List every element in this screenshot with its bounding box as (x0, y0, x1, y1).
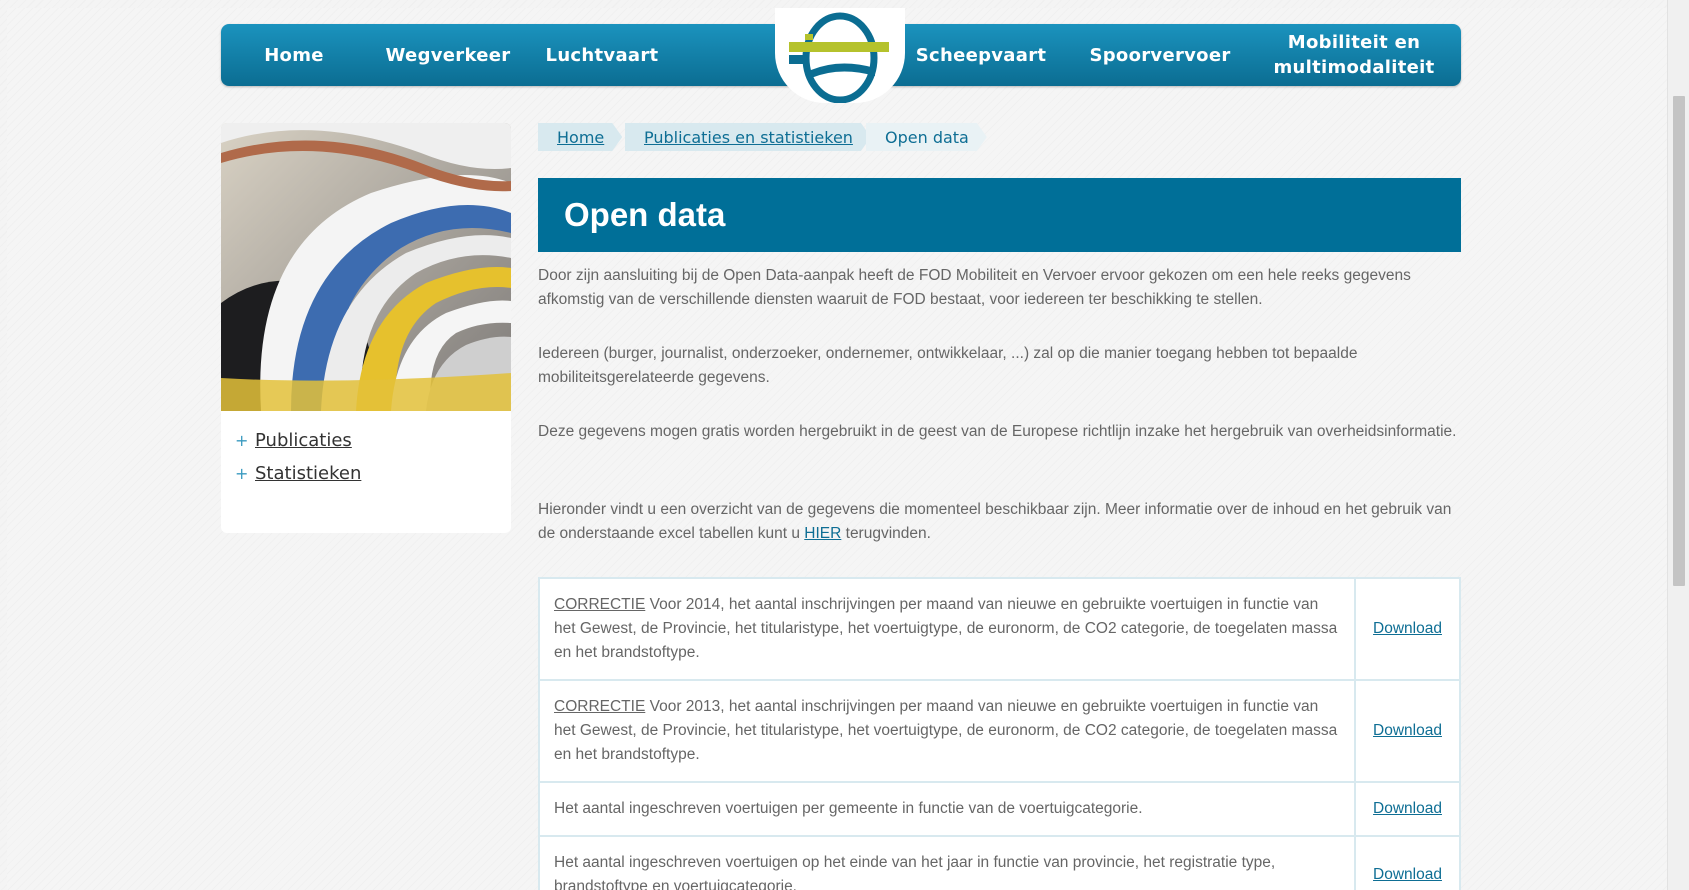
table-row: Het aantal ingeschreven voertuigen per g… (540, 783, 1459, 837)
magazines-photo (221, 123, 511, 411)
table-cell-description: CORRECTIE Voor 2013, het aantal inschrij… (540, 681, 1356, 781)
row-description: Het aantal ingeschreven voertuigen per g… (554, 800, 1143, 817)
nav-item-luchtvaart[interactable]: Luchtvaart (543, 24, 661, 86)
plus-icon: + (235, 431, 249, 450)
sidebar-link-publicaties[interactable]: + Publicaties (235, 430, 352, 451)
download-link[interactable]: Download (1373, 722, 1442, 740)
sidebar-link-statistieken[interactable]: + Statistieken (235, 463, 361, 484)
nav-item-mobiliteit[interactable]: Mobiliteit en multimodaliteit (1261, 24, 1447, 86)
table-cell-description: Het aantal ingeschreven voertuigen per g… (540, 783, 1356, 835)
breadcrumb-current: Open data (866, 123, 987, 151)
info-link-hier[interactable]: HIER (804, 525, 841, 542)
info-text-before: Hieronder vindt u een overzicht van de g… (538, 501, 1452, 542)
correctie-link[interactable]: CORRECTIE (554, 698, 645, 715)
info-text-after: terugvinden. (841, 525, 931, 542)
table-cell-download: Download (1356, 579, 1459, 679)
table-row: CORRECTIE Voor 2014, het aantal inschrij… (540, 579, 1459, 681)
row-description: Voor 2014, het aantal inschrijvingen per… (554, 596, 1338, 661)
plus-icon: + (235, 464, 249, 483)
row-description: Het aantal ingeschreven voertuigen op he… (554, 854, 1276, 890)
sidebar-link-label: Publicaties (255, 430, 352, 451)
row-description: Voor 2013, het aantal inschrijvingen per… (554, 698, 1338, 763)
site-logo[interactable] (775, 8, 905, 103)
vertical-scrollbar[interactable] (1667, 0, 1689, 890)
table-cell-download: Download (1356, 681, 1459, 781)
page-title: Open data (538, 178, 1461, 252)
fod-logo-icon (789, 12, 889, 103)
info-paragraph: Hieronder vindt u een overzicht van de g… (538, 498, 1461, 546)
nav-item-scheepvaart[interactable]: Scheepvaart (916, 24, 1046, 86)
open-data-table: CORRECTIE Voor 2014, het aantal inschrij… (538, 577, 1461, 890)
table-cell-description: CORRECTIE Voor 2014, het aantal inschrij… (540, 579, 1356, 679)
breadcrumb-label: Open data (885, 127, 969, 147)
download-link[interactable]: Download (1373, 800, 1442, 818)
sidebar-link-label: Statistieken (255, 463, 362, 484)
breadcrumb-label: Home (557, 127, 605, 147)
reuse-paragraph: Deze gegevens mogen gratis worden hergeb… (538, 423, 1457, 440)
table-row: CORRECTIE Voor 2013, het aantal inschrij… (540, 681, 1459, 783)
table-cell-download: Download (1356, 837, 1459, 890)
correctie-link[interactable]: CORRECTIE (554, 596, 645, 613)
nav-item-wegverkeer[interactable]: Wegverkeer (381, 24, 515, 86)
audience-paragraph: Iedereen (burger, journalist, onderzoeke… (538, 345, 1358, 386)
nav-item-spoorvervoer[interactable]: Spoorvervoer (1089, 24, 1231, 86)
table-cell-description: Het aantal ingeschreven voertuigen op he… (540, 837, 1356, 890)
sidebar: + Publicaties + Statistieken (221, 123, 511, 533)
breadcrumb-home[interactable]: Home (538, 123, 622, 151)
download-link[interactable]: Download (1373, 866, 1442, 884)
breadcrumb-label: Publicaties en statistieken (644, 127, 853, 147)
table-row: Het aantal ingeschreven voertuigen op he… (540, 837, 1459, 890)
scrollbar-thumb[interactable] (1673, 96, 1685, 586)
table-cell-download: Download (1356, 783, 1459, 835)
breadcrumb-publicaties[interactable]: Publicaties en statistieken (625, 123, 871, 151)
download-link[interactable]: Download (1373, 620, 1442, 638)
intro-paragraph: Door zijn aansluiting bij de Open Data-a… (538, 267, 1411, 308)
nav-item-home[interactable]: Home (231, 24, 357, 86)
